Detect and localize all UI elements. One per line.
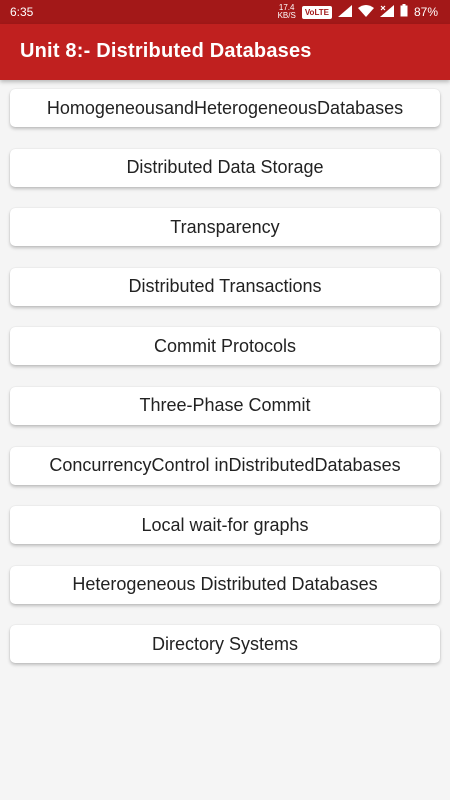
topic-label: Local wait-for graphs bbox=[141, 514, 309, 535]
battery-icon bbox=[400, 4, 408, 20]
topic-button-commit-protocols[interactable]: Commit Protocols bbox=[10, 327, 440, 366]
topic-label: Distributed Data Storage bbox=[126, 157, 324, 178]
status-time: 6:35 bbox=[10, 5, 34, 19]
topic-button-transparency[interactable]: Transparency bbox=[10, 208, 440, 247]
app-bar: Unit 8:- Distributed Databases bbox=[0, 24, 450, 80]
signal-icon bbox=[337, 4, 352, 20]
volte-badge: VoLTE bbox=[301, 5, 332, 19]
topic-label: Heterogeneous Distributed Databases bbox=[72, 574, 378, 595]
topic-label: Transparency bbox=[170, 216, 280, 237]
topic-button-homogeneous-heterogeneous[interactable]: HomogeneousandHeterogeneousDatabases bbox=[10, 89, 440, 127]
topic-button-directory-systems[interactable]: Directory Systems bbox=[10, 625, 440, 664]
battery-percent: 87% bbox=[413, 5, 438, 19]
topic-label: Three-Phase Commit bbox=[139, 395, 311, 416]
topic-button-local-wait-for-graphs[interactable]: Local wait-for graphs bbox=[10, 506, 440, 545]
topic-label: ConcurrencyControl inDistributedDatabase… bbox=[49, 455, 401, 476]
network-speed: 17.4 KB/S bbox=[278, 4, 296, 20]
topic-label: Commit Protocols bbox=[153, 335, 297, 356]
network-speed-unit: KB/S bbox=[277, 11, 296, 20]
topic-label: Distributed Transactions bbox=[128, 276, 322, 297]
topic-label: HomogeneousandHeterogeneousDatabases bbox=[46, 97, 404, 118]
status-bar: 6:35 17.4 KB/S VoLTE 87% bbox=[0, 0, 450, 24]
wifi-icon bbox=[357, 4, 374, 20]
topic-button-heterogeneous-distributed[interactable]: Heterogeneous Distributed Databases bbox=[10, 565, 440, 604]
signal-no-data-icon bbox=[379, 4, 394, 20]
topic-button-distributed-data-storage[interactable]: Distributed Data Storage bbox=[10, 148, 440, 187]
topic-list: HomogeneousandHeterogeneousDatabases Dis… bbox=[10, 89, 440, 685]
page-title: Unit 8:- Distributed Databases bbox=[20, 40, 312, 62]
status-icons: 17.4 KB/S VoLTE 87% bbox=[278, 2, 438, 22]
topic-button-three-phase-commit[interactable]: Three-Phase Commit bbox=[10, 386, 440, 425]
topic-button-distributed-transactions[interactable]: Distributed Transactions bbox=[10, 267, 440, 306]
topic-label: Directory Systems bbox=[151, 633, 299, 654]
topic-button-concurrency-control[interactable]: ConcurrencyControl inDistributedDatabase… bbox=[10, 446, 440, 485]
